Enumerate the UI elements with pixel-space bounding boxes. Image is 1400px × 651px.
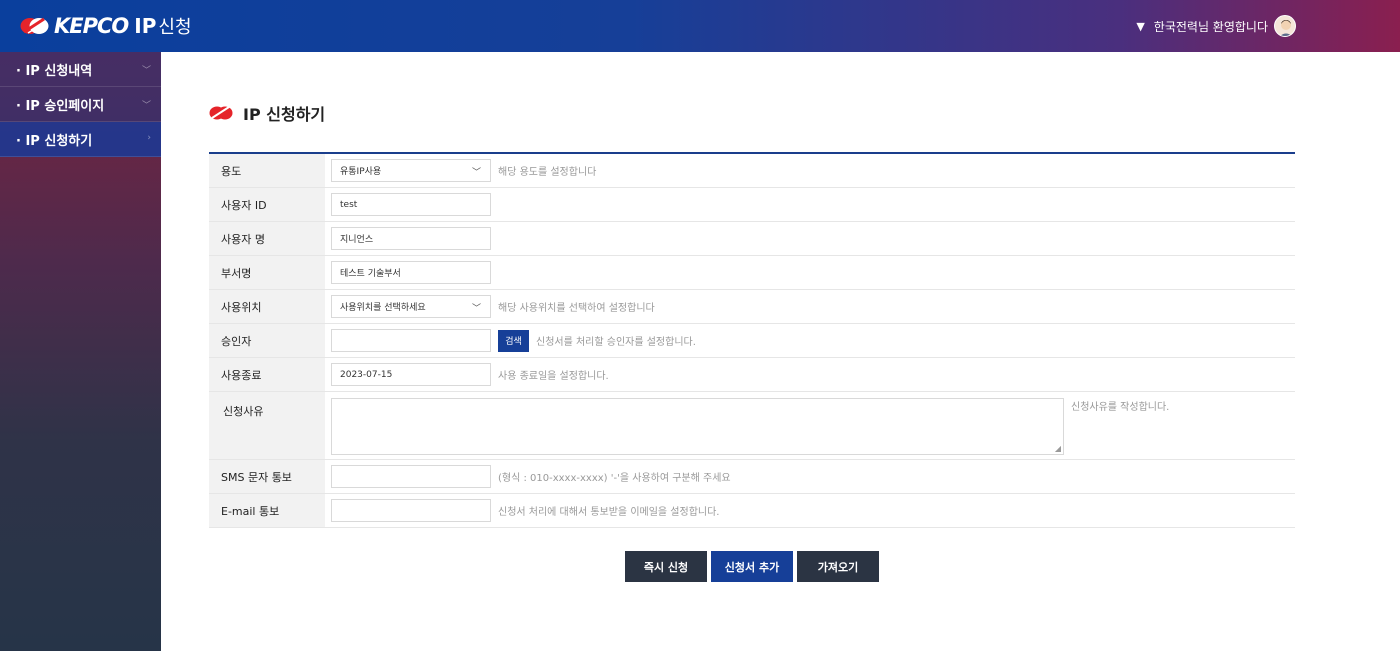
sidebar-item-label: · IP 승인페이지 <box>16 98 105 114</box>
add-form-button[interactable]: 신청서 추가 <box>711 551 793 582</box>
resize-grip-icon[interactable]: ◢ <box>1055 444 1061 453</box>
reason-textarea[interactable]: ◢ <box>331 398 1064 455</box>
user-id-input[interactable]: test <box>331 193 491 216</box>
form-label: 사용자 명 <box>209 222 325 255</box>
purpose-select[interactable]: 유통IP사용 ﹀ <box>331 159 491 182</box>
form-row-end-date: 사용종료 2023-07-15 사용 종료일을 설정합니다. <box>209 358 1295 392</box>
form-hint: (형식 : 010-xxxx-xxxx) '-'을 사용하여 구분해 주세요 <box>498 473 731 484</box>
form-label: 사용위치 <box>209 290 325 323</box>
form-row-user-name: 사용자 명 지니언스 <box>209 222 1295 256</box>
sidebar-item-ip-history[interactable]: · IP 신청내역 ﹀ <box>0 52 161 87</box>
form-actions: 즉시 신청 신청서 추가 가져오기 <box>625 551 883 582</box>
form-row-purpose: 용도 유통IP사용 ﹀ 해당 용도를 설정합니다 <box>209 154 1295 188</box>
chevron-down-icon: ﹀ <box>141 66 151 76</box>
form-row-approver: 승인자 검색 신청서를 처리할 승인자를 설정합니다. <box>209 324 1295 358</box>
department-input[interactable]: 테스트 기술부서 <box>331 261 491 284</box>
form-row-department: 부서명 테스트 기술부서 <box>209 256 1295 290</box>
form-hint: 신청서를 처리할 승인자를 설정합니다. <box>536 337 696 348</box>
form-row-sms: SMS 문자 통보 (형식 : 010-xxxx-xxxx) '-'을 사용하여… <box>209 460 1295 494</box>
chevron-down-icon: ﹀ <box>141 101 151 111</box>
approver-input[interactable] <box>331 329 491 352</box>
chevron-right-icon: › <box>147 133 151 143</box>
kepco-mark-icon <box>209 106 233 120</box>
form-label: SMS 문자 통보 <box>209 460 325 493</box>
form-hint: 사용 종료일을 설정합니다. <box>498 371 609 382</box>
sms-input[interactable] <box>331 465 491 488</box>
form-hint: 신청서 처리에 대해서 통보받을 이메일을 설정합니다. <box>498 507 720 518</box>
ip-request-form: 용도 유통IP사용 ﹀ 해당 용도를 설정합니다 사용자 ID test 사용자… <box>209 152 1295 528</box>
form-label: 부서명 <box>209 256 325 289</box>
location-select-value: 사용위치를 선택하세요 <box>340 303 426 313</box>
form-hint: 신청사유를 작성합니다. <box>1071 402 1170 413</box>
kepco-logo-icon <box>20 17 49 34</box>
form-row-location: 사용위치 사용위치를 선택하세요 ﹀ 해당 사용위치를 선택하여 설정합니다 <box>209 290 1295 324</box>
chevron-down-icon: ﹀ <box>471 304 481 314</box>
sidebar-item-ip-request[interactable]: · IP 신청하기 › <box>0 122 161 157</box>
form-label: 사용종료 <box>209 358 325 391</box>
form-row-user-id: 사용자 ID test <box>209 188 1295 222</box>
email-input[interactable] <box>331 499 491 522</box>
form-label: 용도 <box>209 154 325 187</box>
end-date-input[interactable]: 2023-07-15 <box>331 363 491 386</box>
form-label: 승인자 <box>209 324 325 357</box>
import-button[interactable]: 가져오기 <box>797 551 879 582</box>
logo-sub-korean: 신청 <box>158 17 192 38</box>
caret-down-icon: ▼ <box>1136 20 1145 33</box>
logo-sub: IP <box>134 14 157 38</box>
top-header: KEPCO IP 신청 ▼ 한국전력님 환영합니다 <box>0 0 1400 52</box>
user-name-input[interactable]: 지니언스 <box>331 227 491 250</box>
location-select[interactable]: 사용위치를 선택하세요 ﹀ <box>331 295 491 318</box>
form-row-email: E-mail 통보 신청서 처리에 대해서 통보받을 이메일을 설정합니다. <box>209 494 1295 528</box>
sidebar-item-ip-approval[interactable]: · IP 승인페이지 ﹀ <box>0 87 161 122</box>
page-title: IP 신청하기 <box>209 101 325 125</box>
submit-now-button[interactable]: 즉시 신청 <box>625 551 707 582</box>
form-label: 사용자 ID <box>209 188 325 221</box>
page-title-text: IP 신청하기 <box>243 105 326 124</box>
form-label: 신청사유 <box>209 392 325 459</box>
form-row-reason: 신청사유 ◢ 신청사유를 작성합니다. <box>209 392 1295 460</box>
approver-search-button[interactable]: 검색 <box>498 329 529 352</box>
sidebar-item-label: · IP 신청하기 <box>16 133 93 149</box>
logo-text: KEPCO <box>54 14 129 38</box>
form-hint: 해당 용도를 설정합니다 <box>498 167 597 178</box>
kepco-logo[interactable]: KEPCO IP 신청 <box>20 12 192 40</box>
form-label: E-mail 통보 <box>209 494 325 527</box>
avatar[interactable] <box>1274 15 1296 37</box>
form-hint: 해당 사용위치를 선택하여 설정합니다 <box>498 303 655 314</box>
sidebar-item-label: · IP 신청내역 <box>16 63 93 79</box>
sidebar: · IP 신청내역 ﹀ · IP 승인페이지 ﹀ · IP 신청하기 › <box>0 52 161 651</box>
welcome-text: 한국전력님 환영합니다 <box>1153 20 1268 34</box>
chevron-down-icon: ﹀ <box>471 168 481 178</box>
purpose-select-value: 유통IP사용 <box>340 167 382 177</box>
user-menu[interactable]: ▼ 한국전력님 환영합니다 <box>1136 18 1294 35</box>
